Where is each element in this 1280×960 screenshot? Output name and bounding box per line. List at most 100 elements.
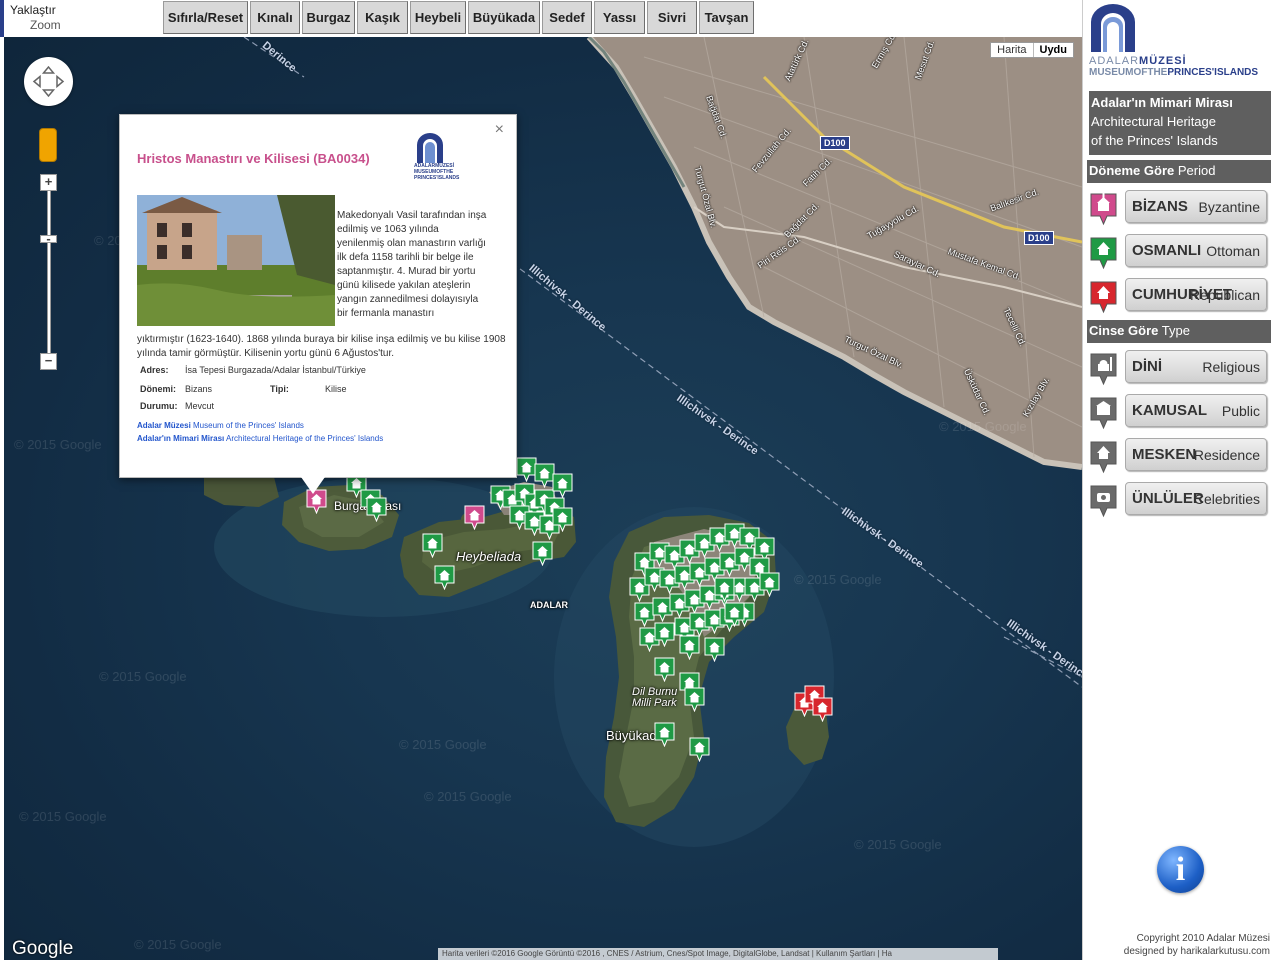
church-pin-icon (1089, 192, 1118, 226)
zoom-label-tr: Yaklaştır (10, 3, 56, 17)
ottoman-marker[interactable] (434, 565, 455, 591)
brand-adalar: ADALAR (1089, 55, 1140, 67)
logo-line-3: PRINCES'ISLANDS (414, 175, 460, 181)
type-filter-button[interactable]: ÜNLÜLER Celebrities (1125, 482, 1267, 515)
ottoman-marker[interactable] (689, 737, 710, 763)
type-section-header: Cinse Göre Type (1087, 320, 1271, 343)
burgaz-button[interactable]: Burgaz (302, 1, 355, 34)
heybeli-button[interactable]: Heybeli (410, 1, 466, 34)
type-filter-button[interactable]: MESKEN Residence (1125, 438, 1267, 471)
type-header-tr: Cinse Göre (1089, 323, 1159, 338)
ottoman-marker[interactable] (704, 637, 725, 663)
map-watermark: © 2015 Google (99, 669, 187, 684)
ottoman-marker[interactable] (552, 473, 573, 499)
status-label: Durumu: (140, 401, 178, 411)
sivri-button[interactable]: Sivri (647, 1, 697, 34)
byzantine-marker[interactable] (464, 505, 485, 531)
zoom-in-button[interactable]: + (40, 174, 57, 191)
tavsan-button[interactable]: Tavşan (699, 1, 754, 34)
pan-control[interactable] (24, 57, 73, 106)
zoom-out-button[interactable]: − (40, 353, 57, 370)
info-button[interactable]: i (1157, 846, 1204, 893)
satellite-map[interactable]: © 2015 Google © 2015 Google © 2015 Googl… (4, 37, 1082, 960)
map-type-switch: Harita Uydu (990, 42, 1074, 58)
reset-button[interactable]: Sıfırla/Reset (163, 1, 248, 34)
description-text-continued: yıktırmıştır (1623-1640). 1868 yılında b… (137, 334, 506, 359)
yassi-button[interactable]: Yassı (594, 1, 645, 34)
map-watermark: © 2015 Google (939, 419, 1027, 434)
address-label-text: Adres: (140, 365, 169, 375)
zoom-slider[interactable] (47, 182, 51, 362)
place-label-adalar: ADALAR (530, 600, 568, 610)
info-window-tail (301, 477, 325, 494)
ottoman-marker[interactable] (759, 572, 780, 598)
map-type-uydu[interactable]: Uydu (1032, 43, 1074, 57)
status-value: Mevcut (185, 401, 215, 411)
pan-arrows-icon (32, 65, 65, 98)
street-view-pegman-icon[interactable] (39, 128, 57, 162)
filter-label-tr: MESKEN (1132, 446, 1197, 463)
period-label: Dönemi: (140, 384, 176, 394)
brand-line-2: MUSEUMOFTHEPRINCES'ISLANDS (1089, 67, 1258, 78)
ottoman-marker[interactable] (654, 657, 675, 683)
museum-link-bold: Adalar Müzesi (137, 421, 191, 430)
filter-label-tr: BİZANS (1132, 198, 1188, 215)
ottoman-marker[interactable] (422, 533, 443, 559)
museum-arch-icon (1091, 4, 1135, 52)
ottoman-marker[interactable] (714, 577, 735, 603)
ottoman-marker[interactable] (684, 687, 705, 713)
map-watermark: © 2015 Google (19, 809, 107, 824)
kasik-button[interactable]: Kaşık (357, 1, 408, 34)
address-label: Adres: (140, 365, 169, 375)
place-label-dilburnu: Dil Burnu Milli Park (632, 686, 678, 709)
brand-line-1: ADALARMÜZESİ (1089, 55, 1187, 67)
filter-label-en: Public (1221, 403, 1260, 419)
filter-label-tr: KAMUSAL (1132, 402, 1207, 419)
close-icon[interactable]: × (495, 121, 504, 139)
period-filter-ottoman[interactable]: OSMANLI Ottoman (1087, 234, 1271, 270)
zoom-label: Yaklaştır Zoom (10, 3, 80, 33)
ottoman-marker[interactable] (654, 722, 675, 748)
ottoman-marker[interactable] (532, 541, 553, 567)
ottoman-marker[interactable] (724, 602, 745, 628)
ottoman-marker[interactable] (366, 497, 387, 523)
map-type-harita[interactable]: Harita (991, 43, 1032, 57)
ottoman-marker[interactable] (654, 622, 675, 648)
buyukada-button[interactable]: Büyükada (468, 1, 540, 34)
period-filter-button[interactable]: CUMHURİYET Republican (1125, 278, 1267, 311)
type-filter-public[interactable]: KAMUSAL Public (1087, 394, 1271, 430)
museum-arch-icon (417, 133, 443, 163)
sedef-button[interactable]: Sedef (542, 1, 592, 34)
type-filter-celebrities[interactable]: ÜNLÜLER Celebrities (1087, 482, 1271, 518)
type-filter-residence[interactable]: MESKEN Residence (1087, 438, 1271, 474)
mosque-pin-icon (1089, 352, 1118, 386)
type-filter-button[interactable]: KAMUSAL Public (1125, 394, 1267, 427)
kinali-button[interactable]: Kınalı (250, 1, 300, 34)
side-panel: ADALARMÜZESİ MUSEUMOFTHEPRINCES'ISLANDS … (1082, 0, 1280, 960)
museum-link-text: Museum of the Princes' Islands (190, 421, 304, 430)
ottoman-marker[interactable] (679, 635, 700, 661)
description-text: Makedonyalı Vasil tarafından inşa edilmi… (337, 210, 487, 319)
type-value: Kilise (325, 384, 347, 394)
heritage-link[interactable]: Adalar'ın Mimari Mirası Architectural He… (137, 434, 383, 443)
info-window-title: Hristos Manastırı ve Kilisesi (BA0034) (137, 151, 370, 166)
filter-label-en: Residence (1193, 447, 1260, 463)
monument-photo-image (137, 195, 335, 326)
type-label: Tipi: (270, 384, 289, 394)
monument-photo (137, 195, 335, 326)
period-filter-byzantine[interactable]: BİZANS Byzantine (1087, 190, 1271, 226)
copyright-line-1: Copyright 2010 Adalar Müzesi (1136, 933, 1270, 944)
zoom-slider-handle[interactable]: - (40, 232, 57, 245)
period-filter-republican[interactable]: CUMHURİYET Republican (1087, 278, 1271, 314)
republican-marker[interactable] (812, 697, 833, 723)
house-pin-icon (1089, 280, 1118, 314)
museum-link[interactable]: Adalar Müzesi Museum of the Princes' Isl… (137, 421, 304, 430)
place-label-heybeliada: Heybeliada (456, 549, 522, 564)
ottoman-marker[interactable] (552, 507, 573, 533)
type-filter-button[interactable]: DİNİ Religious (1125, 350, 1267, 383)
type-filter-religious[interactable]: DİNİ Religious (1087, 350, 1271, 386)
period-filter-button[interactable]: BİZANS Byzantine (1125, 190, 1267, 223)
period-filter-button[interactable]: OSMANLI Ottoman (1125, 234, 1267, 267)
map-watermark: © 2015 Google (854, 837, 942, 852)
heritage-link-bold: Adalar'ın Mimari Mirası (137, 434, 225, 443)
